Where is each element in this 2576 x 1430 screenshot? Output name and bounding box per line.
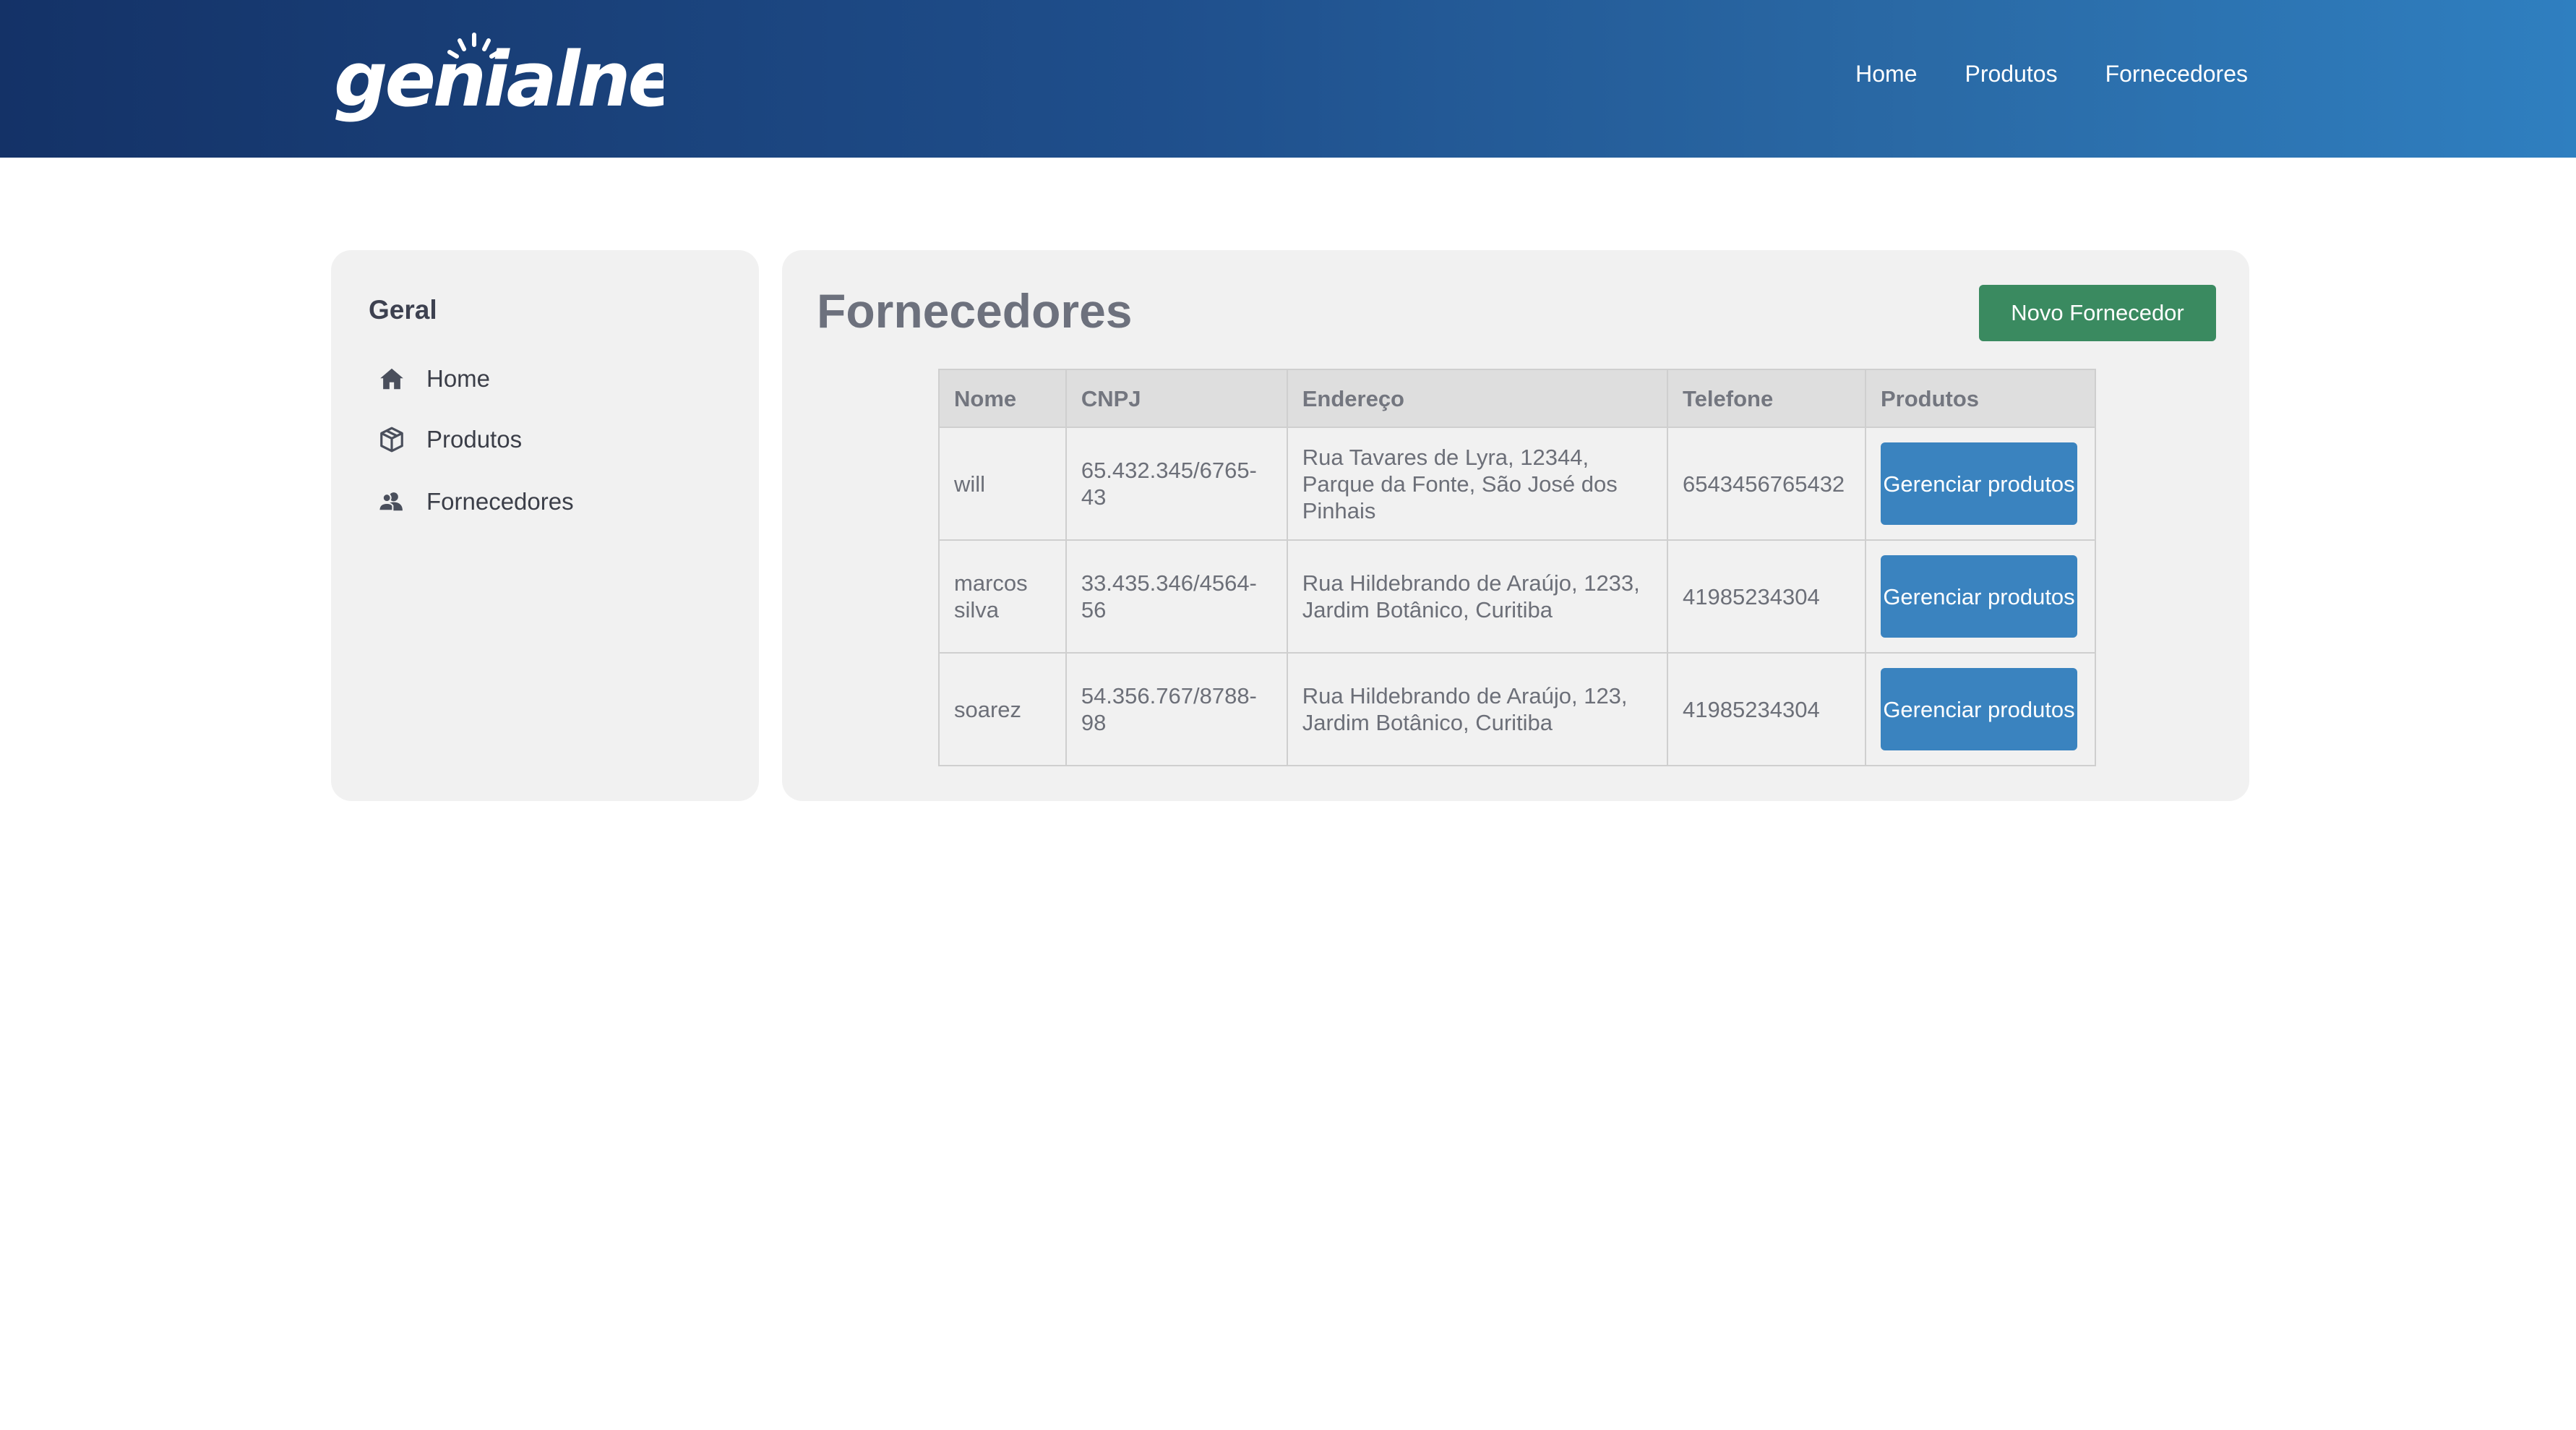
manage-products-button[interactable]: Gerenciar produtos <box>1881 668 2077 750</box>
cell-produtos: Gerenciar produtos <box>1865 427 2096 541</box>
column-header-nome[interactable]: Nome <box>938 369 1067 428</box>
manage-products-button[interactable]: Gerenciar produtos <box>1881 442 2077 525</box>
users-icon <box>377 487 406 516</box>
main-panel: Fornecedores Novo Fornecedor Nome CNPJ E… <box>782 250 2249 801</box>
cell-produtos: Gerenciar produtos <box>1865 652 2096 766</box>
sidebar-title: Geral <box>369 295 437 325</box>
box-icon <box>377 425 406 454</box>
topnav-home-link[interactable]: Home <box>1855 61 1917 87</box>
sidebar-item-label: Fornecedores <box>426 488 574 515</box>
cell-telefone: 41985234304 <box>1667 539 1866 654</box>
column-header-cnpj[interactable]: CNPJ <box>1065 369 1288 428</box>
topnav-produtos-link[interactable]: Produtos <box>1965 61 2057 87</box>
logo-mark: genialnet <box>334 33 664 124</box>
home-icon <box>377 364 406 393</box>
cell-endereco: Rua Hildebrando de Araújo, 1233, Jardim … <box>1286 539 1669 654</box>
page-title: Fornecedores <box>817 284 1133 338</box>
sidebar-item-fornecedores[interactable]: Fornecedores <box>377 480 574 523</box>
cell-nome: marcos silva <box>938 539 1067 654</box>
column-header-telefone[interactable]: Telefone <box>1667 369 1866 428</box>
cell-produtos: Gerenciar produtos <box>1865 539 2096 654</box>
cell-cnpj: 33.435.346/4564-56 <box>1065 539 1288 654</box>
column-header-endereco[interactable]: Endereço <box>1286 369 1669 428</box>
cell-endereco: Rua Hildebrando de Araújo, 123, Jardim B… <box>1286 652 1669 766</box>
manage-products-button[interactable]: Gerenciar produtos <box>1881 555 2077 638</box>
cell-nome: soarez <box>938 652 1067 766</box>
column-header-produtos[interactable]: Produtos <box>1865 369 2096 428</box>
cell-nome: will <box>938 427 1067 541</box>
top-nav-menu: Home Produtos Fornecedores <box>1855 0 2248 147</box>
table-row: soarez 54.356.767/8788-98 Rua Hildebrand… <box>938 652 2096 766</box>
sidebar-item-produtos[interactable]: Produtos <box>377 418 522 461</box>
new-supplier-button[interactable]: Novo Fornecedor <box>1979 285 2216 341</box>
sidebar-item-label: Home <box>426 365 491 392</box>
table-row: marcos silva 33.435.346/4564-56 Rua Hild… <box>938 539 2096 654</box>
cell-telefone: 41985234304 <box>1667 652 1866 766</box>
cell-endereco: Rua Tavares de Lyra, 12344, Parque da Fo… <box>1286 427 1669 541</box>
table-header-row: Nome CNPJ Endereço Telefone Produtos <box>938 369 2096 428</box>
logo-text: genialnet <box>334 35 664 124</box>
cell-telefone: 6543456765432 <box>1667 427 1866 541</box>
topnav-fornecedores-link[interactable]: Fornecedores <box>2105 61 2248 87</box>
top-navbar: genialnet Home Produtos Fornecedores <box>0 0 2576 158</box>
sidebar-item-home[interactable]: Home <box>377 357 490 401</box>
suppliers-table: Nome CNPJ Endereço Telefone Produtos wil… <box>938 369 2096 766</box>
sidebar-item-label: Produtos <box>426 426 523 453</box>
cell-cnpj: 54.356.767/8788-98 <box>1065 652 1288 766</box>
cell-cnpj: 65.432.345/6765-43 <box>1065 427 1288 541</box>
sidebar: Geral Home Produtos Fornecedores <box>331 250 759 801</box>
table-row: will 65.432.345/6765-43 Rua Tavares de L… <box>938 427 2096 541</box>
genialnet-logo[interactable]: genialnet <box>331 20 664 136</box>
